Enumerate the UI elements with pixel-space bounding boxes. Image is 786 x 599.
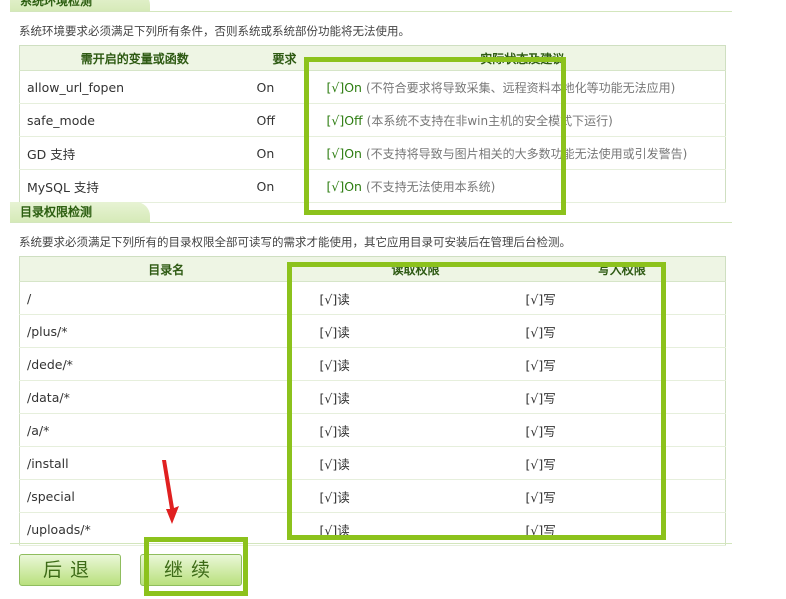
dir-name: /dede/* [19,347,313,381]
env-name: GD 支持 [19,136,250,170]
env-description: 系统环境要求必须满足下列所有条件，否则系统或系统部份功能将无法使用。 [19,24,410,38]
env-name: MySQL 支持 [19,169,250,203]
env-name: allow_url_fopen [19,70,250,104]
dir-name: /a/* [19,413,313,447]
highlight-box-env-status [304,57,566,215]
section-divider [10,11,732,12]
highlight-box-dir-permissions [287,262,666,540]
env-header-name: 需开启的变量或函数 [19,45,250,71]
back-button[interactable]: 后退 [19,554,121,586]
dir-description: 系统要求必须满足下列所有的目录权限全部可读写的需求才能使用，其它应用目录可安装后… [19,235,571,249]
section-title-env: 系统环境检测 [10,0,150,11]
dir-name: /plus/* [19,314,313,348]
section-title-dir: 目录权限检测 [10,202,150,222]
highlight-box-continue [144,537,248,596]
env-name: safe_mode [19,103,250,137]
footer-divider [10,543,732,544]
dir-header-name: 目录名 [19,256,313,282]
red-arrow-icon [162,460,179,524]
dir-name: /data/* [19,380,313,414]
section-divider [10,222,732,223]
dir-name: / [19,281,313,315]
